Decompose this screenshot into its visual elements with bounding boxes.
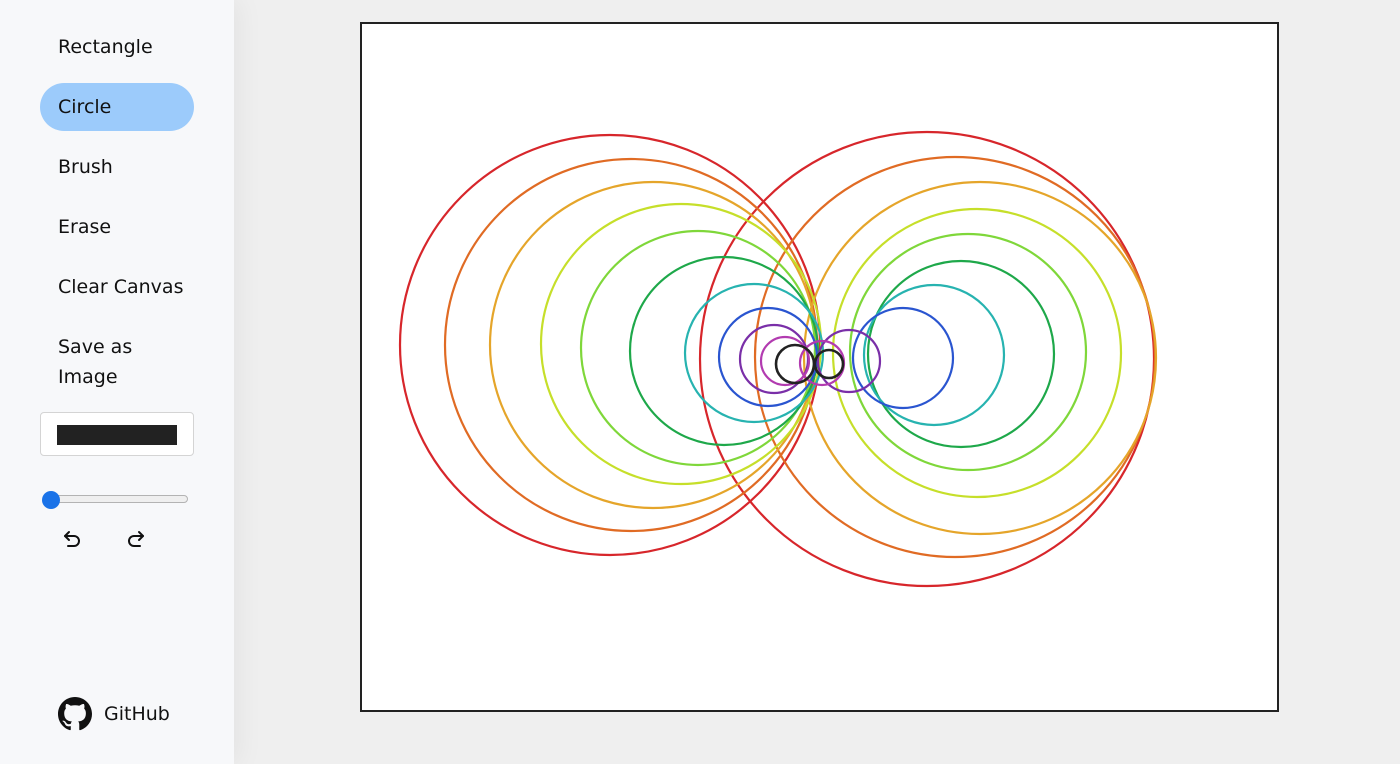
drawn-circle — [398, 133, 822, 557]
sidebar: Rectangle Circle Brush Erase Clear Canva… — [0, 0, 234, 764]
undo-button[interactable] — [59, 526, 85, 552]
canvas-drawing — [398, 130, 1158, 588]
drawn-circle — [579, 229, 817, 467]
undo-icon — [64, 531, 80, 547]
drawn-circle — [831, 207, 1123, 499]
drawn-circle — [628, 255, 820, 447]
github-icon — [58, 697, 92, 731]
tool-brush[interactable]: Brush — [40, 152, 194, 182]
drawn-circle — [717, 306, 819, 408]
drawn-circle — [816, 328, 882, 394]
tool-circle[interactable]: Circle — [40, 83, 194, 131]
save-image-button[interactable]: Save as Image — [40, 332, 160, 392]
clear-canvas-button[interactable]: Clear Canvas — [40, 272, 194, 302]
drawn-circle — [759, 335, 811, 387]
brush-size-slider[interactable] — [40, 490, 188, 510]
github-link[interactable]: GitHub — [58, 697, 170, 731]
redo-icon — [128, 531, 144, 547]
tool-rectangle[interactable]: Rectangle — [40, 32, 194, 62]
drawn-circle — [848, 232, 1088, 472]
slider-track — [44, 495, 188, 503]
redo-button[interactable] — [123, 526, 149, 552]
slider-thumb[interactable] — [42, 491, 60, 509]
color-picker[interactable] — [40, 412, 194, 456]
tool-erase[interactable]: Erase — [40, 212, 194, 242]
drawing-canvas[interactable] — [360, 22, 1279, 712]
drawn-circle — [539, 202, 823, 486]
github-label: GitHub — [104, 703, 170, 725]
color-swatch — [57, 425, 177, 445]
